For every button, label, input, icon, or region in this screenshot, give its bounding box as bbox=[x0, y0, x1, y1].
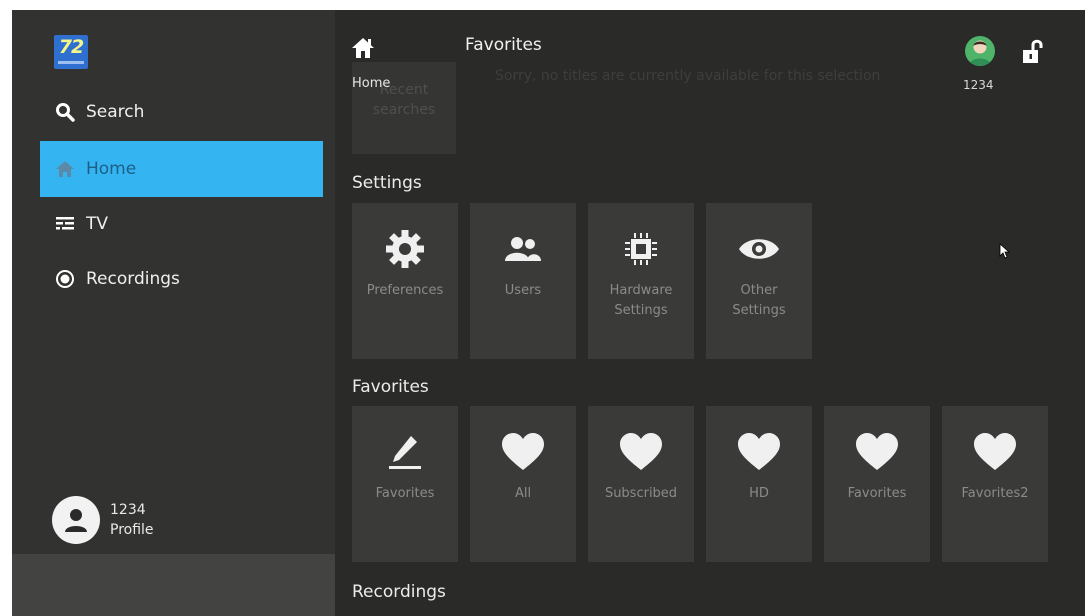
heart-icon bbox=[824, 430, 930, 474]
logo-bar bbox=[58, 61, 84, 64]
empty-message: Sorry, no titles are currently available… bbox=[495, 68, 881, 84]
heart-icon bbox=[470, 430, 576, 474]
profile-label: Profile bbox=[110, 522, 154, 538]
tile-favorites-favorites2[interactable]: Favorites2 bbox=[942, 406, 1048, 562]
pencil-icon bbox=[352, 430, 458, 474]
home-section-label: Home bbox=[352, 76, 391, 91]
sidebar-item-label: Search bbox=[86, 102, 145, 122]
sidebar-item-search[interactable]: Search bbox=[40, 84, 323, 140]
tile-label: Favorites bbox=[824, 484, 930, 504]
tile-label-line: All bbox=[514, 486, 532, 501]
tile-label-line: Other bbox=[740, 283, 778, 298]
tile-label-line: Favorites bbox=[847, 486, 907, 501]
user-avatar-icon bbox=[969, 40, 991, 66]
tile-label: Favorites2 bbox=[942, 484, 1048, 504]
section-title-favorites: Favorites bbox=[352, 377, 429, 397]
tile-label: Users bbox=[470, 281, 576, 301]
tile-favorites-all[interactable]: All bbox=[470, 406, 576, 562]
mouse-cursor-icon bbox=[999, 243, 1011, 259]
tile-label-line: Preferences bbox=[366, 283, 444, 298]
profile-text: 1234 Profile bbox=[110, 500, 154, 540]
main-content: Favorites 1234 Recent searches Home Sorr… bbox=[335, 10, 1085, 616]
app-screen: 72 Search Home TV Recordings 1234 Profil… bbox=[12, 10, 1085, 616]
tile-label: All bbox=[470, 484, 576, 504]
tile-hardware-settings[interactable]: Hardware Settings bbox=[588, 203, 694, 359]
sidebar: 72 Search Home TV Recordings 1234 Profil… bbox=[12, 10, 335, 616]
tile-label-line: Settings bbox=[732, 303, 786, 318]
user-avatar[interactable] bbox=[965, 36, 995, 66]
users-icon bbox=[470, 227, 576, 271]
tile-label: Other Settings bbox=[706, 281, 812, 321]
record-icon bbox=[54, 268, 76, 290]
tile-label-line: searches bbox=[372, 102, 436, 118]
heart-icon bbox=[706, 430, 812, 474]
tile-label: Preferences bbox=[352, 281, 458, 301]
home-icon[interactable] bbox=[350, 36, 376, 60]
profile-number: 1234 bbox=[110, 502, 146, 518]
tile-users[interactable]: Users bbox=[470, 203, 576, 359]
unlock-icon[interactable] bbox=[1021, 38, 1045, 66]
tile-label-line: Users bbox=[504, 283, 542, 298]
eye-icon bbox=[706, 227, 812, 271]
sidebar-item-label: Home bbox=[86, 159, 137, 179]
sidebar-footer bbox=[12, 554, 335, 616]
tile-label: Hardware Settings bbox=[588, 281, 694, 321]
sidebar-item-home[interactable]: Home bbox=[40, 141, 323, 197]
tile-favorites-hd[interactable]: HD bbox=[706, 406, 812, 562]
gear-icon bbox=[352, 227, 458, 271]
tile-other-settings[interactable]: Other Settings bbox=[706, 203, 812, 359]
logo-text: 72 bbox=[58, 36, 84, 58]
tile-label: Subscribed bbox=[588, 484, 694, 504]
section-title-settings: Settings bbox=[352, 173, 422, 193]
brand-logo: 72 bbox=[54, 35, 88, 69]
search-icon bbox=[54, 101, 76, 123]
tv-guide-icon bbox=[54, 213, 76, 235]
tile-favorites-subscribed[interactable]: Subscribed bbox=[588, 406, 694, 562]
tile-favorites-edit[interactable]: Favorites bbox=[352, 406, 458, 562]
tile-preferences[interactable]: Preferences bbox=[352, 203, 458, 359]
tile-favorites-favorites[interactable]: Favorites bbox=[824, 406, 930, 562]
sidebar-item-recordings[interactable]: Recordings bbox=[40, 251, 323, 307]
sidebar-item-label: TV bbox=[86, 214, 109, 234]
home-icon bbox=[54, 158, 76, 180]
tile-label-line: Hardware bbox=[609, 283, 673, 298]
sidebar-item-tv[interactable]: TV bbox=[40, 196, 323, 252]
profile-button[interactable]: 1234 Profile bbox=[52, 496, 154, 544]
user-silhouette-icon bbox=[65, 509, 87, 532]
tile-label-line: Subscribed bbox=[604, 486, 678, 501]
tile-label: Favorites bbox=[352, 484, 458, 504]
section-title-recordings: Recordings bbox=[352, 582, 446, 602]
tile-label-line: Favorites2 bbox=[961, 486, 1029, 501]
user-number: 1234 bbox=[963, 78, 994, 92]
tile-label-line: HD bbox=[749, 486, 769, 501]
heart-icon bbox=[942, 430, 1048, 474]
tile-label-line: Settings bbox=[614, 303, 668, 318]
tile-label: HD bbox=[706, 484, 812, 504]
page-title: Favorites bbox=[465, 35, 542, 55]
avatar bbox=[52, 496, 100, 544]
chip-icon bbox=[588, 227, 694, 271]
tile-label-line: Favorites bbox=[375, 486, 435, 501]
sidebar-item-label: Recordings bbox=[86, 269, 180, 289]
heart-icon bbox=[588, 430, 694, 474]
